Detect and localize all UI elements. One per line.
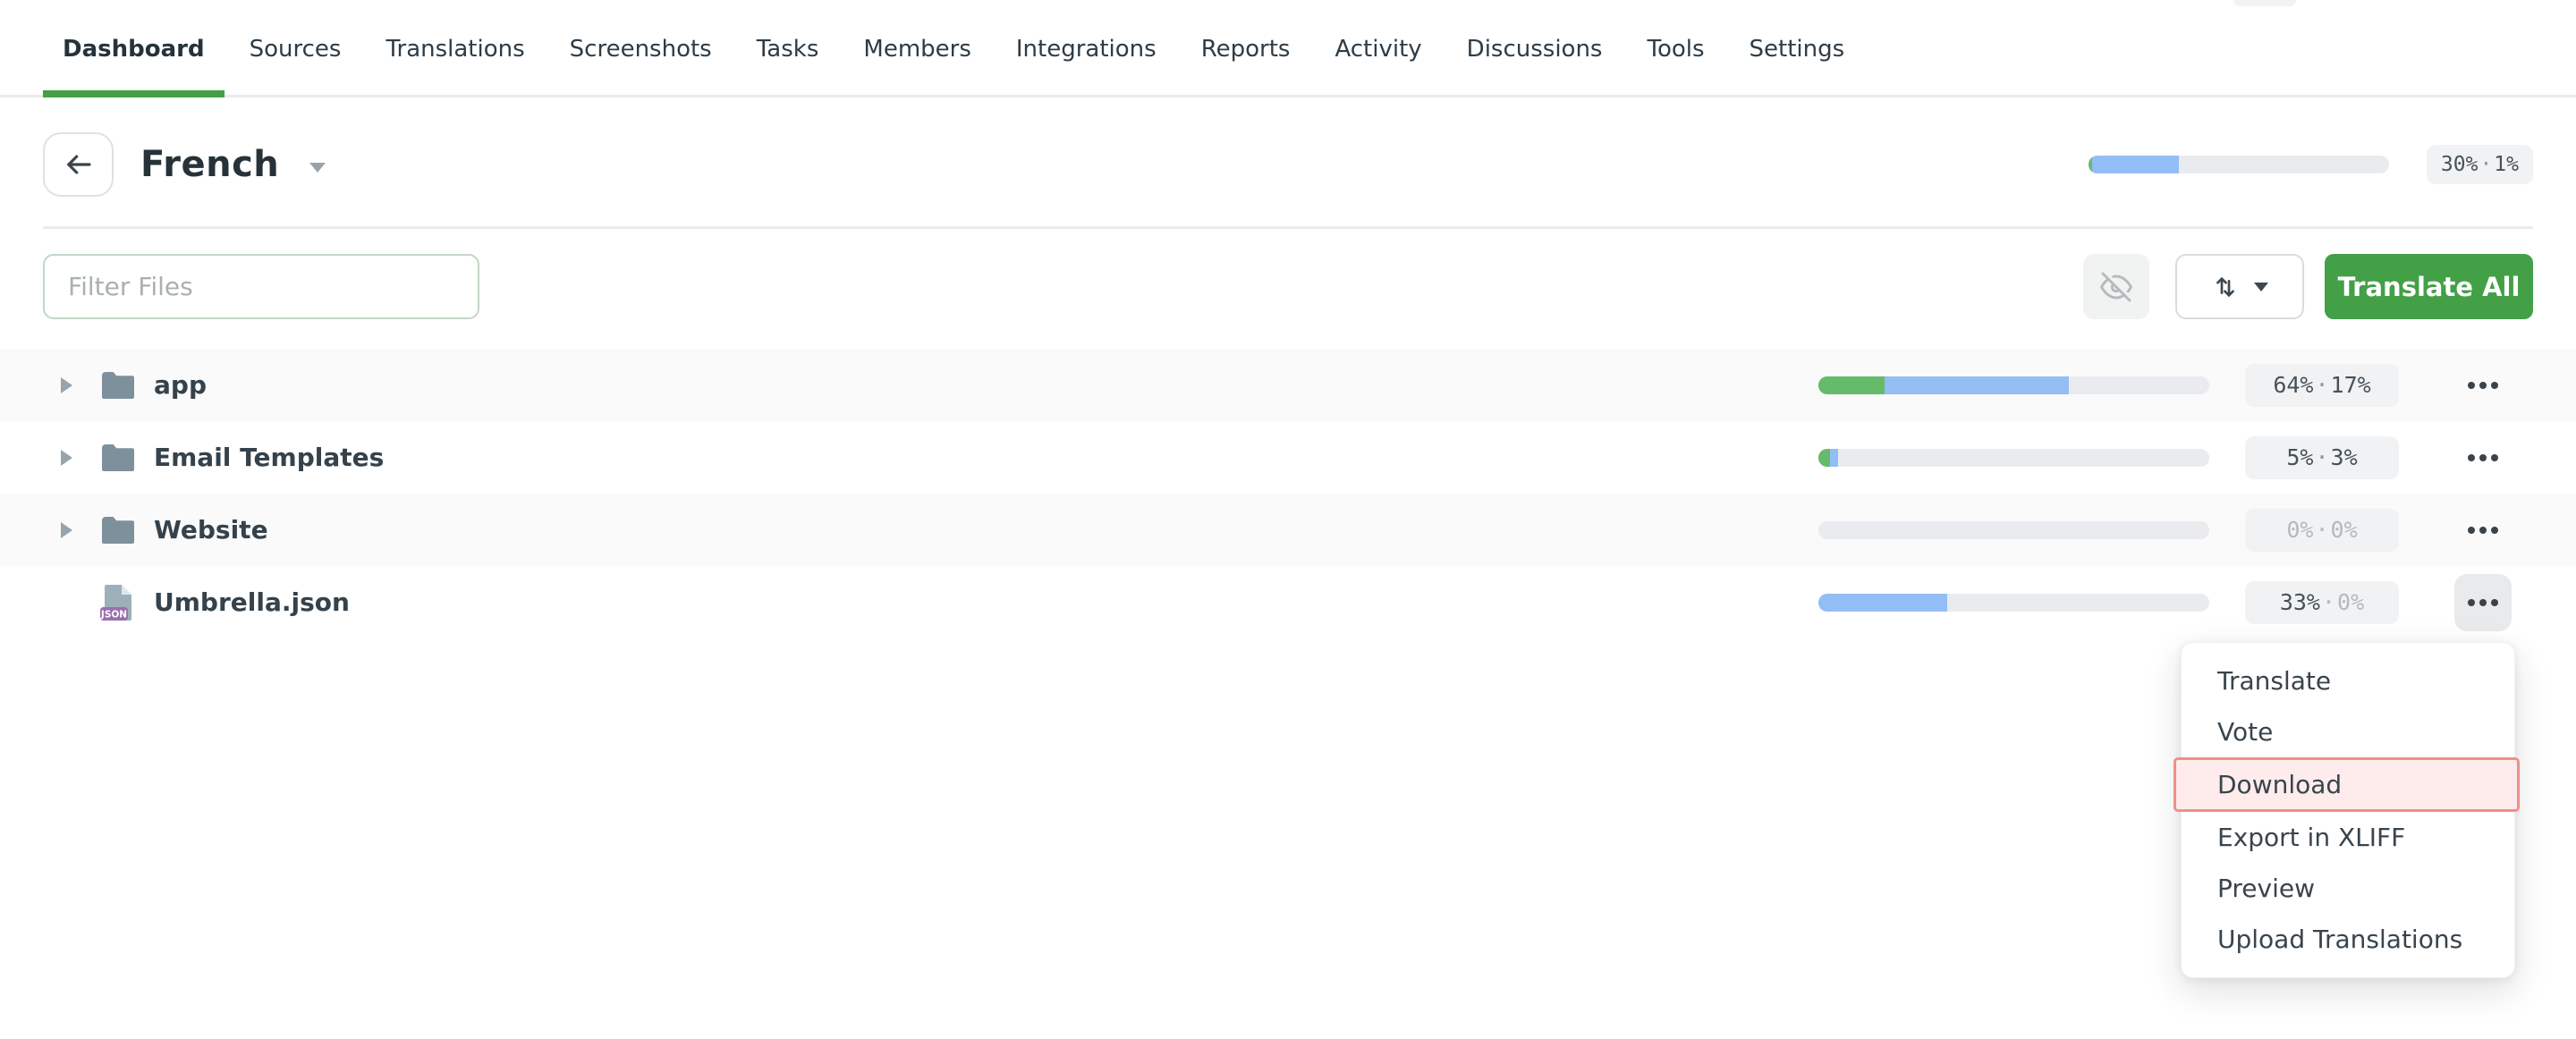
approved-progress-fill (1818, 449, 1830, 467)
tab-dashboard[interactable]: Dashboard (43, 0, 225, 97)
section-divider (43, 226, 2533, 229)
folder-icon (100, 367, 136, 404)
folder-icon (100, 439, 136, 477)
translated-pct: 64% (2273, 372, 2313, 398)
row-stats: 0% · 0% (1818, 502, 2512, 559)
tab-sources[interactable]: Sources (230, 0, 361, 97)
project-nav: Dashboard Sources Translations Screensho… (0, 0, 2576, 97)
row-actions-button[interactable] (2454, 429, 2512, 486)
expand-chevron-icon[interactable] (57, 377, 75, 393)
tab-activity[interactable]: Activity (1315, 0, 1441, 97)
approved-progress-fill (1818, 376, 1885, 394)
eye-off-icon (2100, 271, 2132, 303)
file-name: Website (154, 515, 268, 545)
translated-progress-fill (1818, 594, 1947, 612)
filter-files-input[interactable] (43, 254, 479, 319)
language-dropdown-caret-icon[interactable] (309, 163, 326, 173)
file-name: Umbrella.json (154, 587, 350, 617)
tab-tools[interactable]: Tools (1627, 0, 1724, 97)
file-row-umbrella-json[interactable]: JSON Umbrella.json 33% · 0% (0, 566, 2576, 638)
badge-separator: · (2315, 444, 2328, 470)
menu-item-upload-translations[interactable]: Upload Translations (2182, 914, 2514, 965)
sort-button[interactable] (2175, 254, 2304, 319)
file-progress-badge: 64% · 17% (2245, 364, 2399, 407)
approved-pct: 3% (2331, 444, 2358, 470)
crowdin-project-dashboard: Dashboard Sources Translations Screensho… (0, 0, 2576, 1039)
folder-icon (100, 511, 136, 549)
row-stats: 5% · 3% (1818, 429, 2512, 486)
json-file-icon: JSON (100, 584, 136, 621)
ellipsis-icon (2468, 382, 2498, 389)
menu-item-vote[interactable]: Vote (2182, 706, 2514, 757)
badge-separator: · (2315, 517, 2328, 543)
tab-members[interactable]: Members (843, 0, 991, 97)
hide-completed-button[interactable] (2083, 254, 2149, 319)
approved-pct: 0% (2331, 517, 2358, 543)
approved-pct: 0% (2337, 589, 2364, 615)
chevron-down-icon (2254, 283, 2268, 291)
language-header: French 30% · 1% (43, 130, 2533, 199)
ellipsis-icon (2468, 527, 2498, 534)
row-actions-button[interactable] (2454, 357, 2512, 414)
menu-item-translate[interactable]: Translate (2182, 655, 2514, 706)
file-progress-bar (1818, 376, 2209, 394)
file-name: app (154, 370, 207, 400)
language-progress-bar (2089, 156, 2389, 173)
translated-pct: 30% (2441, 153, 2479, 176)
file-progress-bar (1818, 449, 2209, 467)
file-progress-badge: 5% · 3% (2245, 436, 2399, 479)
tab-reports[interactable]: Reports (1182, 0, 1310, 97)
ellipsis-icon (2468, 454, 2498, 461)
tab-discussions[interactable]: Discussions (1447, 0, 1623, 97)
file-list: app 64% · 17% Ema (0, 349, 2576, 638)
row-actions-button[interactable] (2454, 502, 2512, 559)
translated-progress-fill (2089, 156, 2179, 173)
approved-pct: 17% (2331, 372, 2371, 398)
file-row-website[interactable]: Website 0% · 0% (0, 494, 2576, 566)
badge-separator: · (2479, 153, 2492, 176)
file-name: Email Templates (154, 443, 384, 472)
file-actions-menu: Translate Vote Download Export in XLIFF … (2181, 642, 2515, 978)
expand-chevron-icon[interactable] (57, 522, 75, 538)
sort-arrows-icon (2211, 273, 2240, 301)
translate-all-button[interactable]: Translate All (2325, 254, 2533, 319)
file-progress-badge: 0% · 0% (2245, 509, 2399, 552)
badge-separator: · (2322, 589, 2335, 615)
approved-pct: 1% (2494, 153, 2519, 176)
tab-translations[interactable]: Translations (366, 0, 544, 97)
file-progress-badge: 33% · 0% (2245, 581, 2399, 624)
tab-settings[interactable]: Settings (1730, 0, 1865, 97)
menu-item-download[interactable]: Download (2174, 757, 2520, 812)
file-row-email-templates[interactable]: Email Templates 5% · 3% (0, 421, 2576, 494)
menu-item-preview[interactable]: Preview (2182, 863, 2514, 914)
file-progress-bar (1818, 594, 2209, 612)
expand-chevron-icon[interactable] (57, 450, 75, 466)
language-title: French (140, 144, 279, 185)
badge-separator: · (2315, 372, 2328, 398)
ellipsis-icon (2468, 599, 2498, 606)
translated-pct: 5% (2286, 444, 2313, 470)
tab-screenshots[interactable]: Screenshots (550, 0, 732, 97)
row-stats: 64% · 17% (1818, 357, 2512, 414)
file-progress-bar (1818, 521, 2209, 539)
menu-item-export-xliff[interactable]: Export in XLIFF (2182, 812, 2514, 863)
back-button[interactable] (43, 132, 114, 197)
clipped-element-fragment (2233, 0, 2296, 6)
translated-pct: 33% (2280, 589, 2320, 615)
translated-pct: 0% (2286, 517, 2313, 543)
files-toolbar: Translate All (43, 254, 2533, 319)
tab-tasks[interactable]: Tasks (737, 0, 839, 97)
tab-integrations[interactable]: Integrations (996, 0, 1176, 97)
arrow-left-icon (63, 148, 95, 181)
language-progress-badge: 30% · 1% (2427, 145, 2533, 184)
approved-progress-fill (2089, 156, 2092, 173)
row-actions-button-active[interactable] (2454, 574, 2512, 631)
row-stats: 33% · 0% (1818, 574, 2512, 631)
file-row-app[interactable]: app 64% · 17% (0, 349, 2576, 421)
svg-text:JSON: JSON (100, 609, 127, 620)
